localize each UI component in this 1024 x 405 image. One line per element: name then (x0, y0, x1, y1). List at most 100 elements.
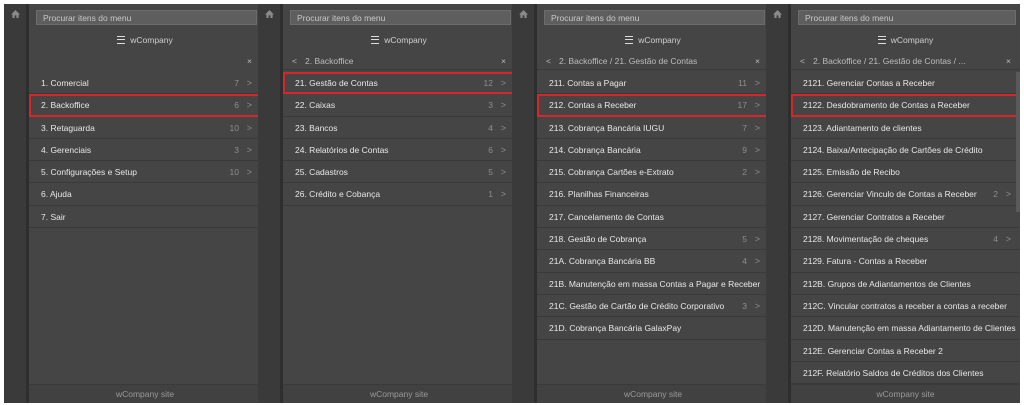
chevron-right-icon: > (500, 100, 506, 111)
menu-item[interactable]: 2126. Gerenciar Vinculo de Contas a Rece… (791, 183, 1020, 206)
menu-item[interactable]: 24. Relatórios de Contas 6 > (283, 139, 515, 162)
home-icon[interactable] (11, 10, 20, 18)
home-icon[interactable] (773, 10, 782, 18)
menu-item[interactable]: 2127. Gerenciar Contratos a Receber (791, 206, 1020, 229)
brand[interactable]: wCompany (283, 32, 515, 48)
menu-item[interactable]: 26. Crédito e Cobança 1 > (283, 183, 515, 206)
menu-item[interactable]: 212F. Relatório Saldos de Créditos dos C… (791, 362, 1020, 385)
menu-item[interactable]: 22. Caixas 3 > (283, 94, 515, 117)
menu-item[interactable]: 7. Sair (29, 206, 261, 229)
menu-item[interactable]: 21C. Gestão de Cartão de Crédito Corpora… (537, 295, 769, 318)
menu-item-selected[interactable]: 2122. Desdobramento de Contas a Receber (791, 94, 1020, 117)
side-strip (258, 4, 280, 403)
item-count: 7 (742, 122, 747, 133)
item-label: 218. Gestão de Cobrança (549, 234, 647, 245)
home-icon[interactable] (265, 10, 274, 18)
menu-item-selected[interactable]: 2. Backoffice 6 > (29, 94, 261, 117)
menu-item[interactable]: 4. Gerenciais 3 > (29, 139, 261, 162)
item-label: 2124. Baixa/Antecipação de Cartões de Cr… (803, 144, 983, 155)
chevron-left-icon[interactable]: < (546, 53, 551, 69)
item-label: 2122. Desdobramento de Contas a Receber (803, 100, 970, 111)
chevron-right-icon: > (754, 234, 760, 245)
item-label: 4. Gerenciais (41, 144, 92, 155)
menu-item[interactable]: 211. Contas a Pagar 11 > (537, 72, 769, 95)
menu-item[interactable]: 216. Planilhas Financeiras (537, 183, 769, 206)
breadcrumb[interactable]: 2. Backoffice / 21. Gestão de Contas / .… (813, 53, 996, 69)
menu-item[interactable]: 212C. Vincular contratos a receber a con… (791, 295, 1020, 318)
menu-item-selected[interactable]: 212. Contas a Receber 17 > (537, 94, 769, 117)
menu-item[interactable]: 6. Ajuda (29, 183, 261, 206)
item-label: 214. Cobrança Bancária (549, 144, 641, 155)
footer-link[interactable]: wCompany site (283, 384, 515, 403)
menu-item[interactable]: 25. Cadastros 5 > (283, 161, 515, 184)
menu-item[interactable]: 3. Retaguarda 10 > (29, 117, 261, 139)
menu-item[interactable]: 2125. Emissão de Recibo (791, 161, 1020, 184)
hamburger-icon (625, 35, 634, 44)
menu-item[interactable]: 212D. Manutenção em massa Adiantamento d… (791, 317, 1020, 340)
footer-link[interactable]: wCompany site (791, 384, 1020, 403)
hamburger-icon (371, 35, 380, 44)
breadcrumb[interactable]: 2. Backoffice (305, 53, 491, 69)
side-strip (4, 4, 26, 403)
search-input[interactable]: Procurar itens do menu (36, 10, 257, 25)
search-input[interactable]: Procurar itens do menu (544, 10, 765, 25)
chevron-left-icon[interactable]: < (800, 53, 805, 69)
menu-item[interactable]: 214. Cobrança Bancária 9 > (537, 139, 769, 162)
item-label: 26. Crédito e Cobança (295, 189, 381, 200)
item-label: 212D. Manutenção em massa Adiantamento d… (803, 323, 1016, 334)
item-label: 212B. Grupos de Adiantamentos de Cliente… (803, 278, 971, 289)
chevron-right-icon: > (246, 78, 252, 88)
menu-list: 21. Gestão de Contas 12 > 22. Caixas 3 > 23.… (283, 72, 515, 206)
item-label: 2123. Adiantamento de clientes (803, 122, 922, 133)
footer-link[interactable]: wCompany site (537, 384, 769, 403)
chevron-right-icon: > (754, 256, 760, 267)
item-count: 3 (488, 100, 493, 111)
search-input[interactable]: Procurar itens do menu (798, 10, 1016, 25)
brand[interactable]: wCompany (791, 32, 1020, 48)
menu-item[interactable]: 2121. Gerenciar Contas a Receber (791, 72, 1020, 95)
search-input[interactable]: Procurar itens do menu (290, 10, 511, 25)
menu-item[interactable]: 218. Gestão de Cobrança 5 > (537, 228, 769, 251)
item-count: 6 (234, 100, 239, 111)
chevron-right-icon: > (1005, 189, 1011, 200)
menu-item[interactable]: 217. Cancelamento de Contas (537, 206, 769, 229)
menu-item[interactable]: 2129. Fatura - Contas a Receber (791, 250, 1020, 273)
footer-link[interactable]: wCompany site (29, 384, 261, 403)
breadcrumb[interactable]: 2. Backoffice / 21. Gestão de Contas (559, 53, 745, 69)
close-icon[interactable]: × (1006, 53, 1011, 69)
item-count: 10 (229, 167, 239, 178)
chevron-left-icon[interactable]: < (292, 53, 297, 69)
chevron-right-icon: > (246, 144, 252, 155)
brand[interactable]: wCompany (537, 32, 769, 48)
item-label: 6. Ajuda (41, 189, 72, 200)
crumb-bar: × (29, 53, 261, 69)
crumb-bar: < 2. Backoffice / 21. Gestão de Contas /… (791, 53, 1020, 70)
menu-item[interactable]: 212B. Grupos de Adiantamentos de Cliente… (791, 273, 1020, 295)
menu-item[interactable]: 21A. Cobrança Bancária BB 4 > (537, 250, 769, 273)
menu-item[interactable]: 2128. Movimentação de cheques 4 > (791, 228, 1020, 251)
menu-item[interactable]: 21B. Manutenção em massa Contas a Pagar … (537, 273, 769, 295)
close-icon[interactable]: × (755, 53, 760, 69)
home-icon[interactable] (519, 10, 528, 18)
item-label: 21D. Cobrança Bancária GalaxPay (549, 323, 682, 334)
item-count: 12 (483, 78, 493, 88)
item-count: 10 (229, 122, 239, 133)
menu-item[interactable]: 1. Comercial 7 > (29, 72, 261, 95)
close-icon[interactable]: × (247, 53, 252, 69)
menu-item[interactable]: 21D. Cobrança Bancária GalaxPay (537, 317, 769, 340)
menu-item[interactable]: 2124. Baixa/Antecipação de Cartões de Cr… (791, 139, 1020, 162)
item-count: 9 (742, 144, 747, 155)
menu-item[interactable]: 215. Cobrança Cartões e-Extrato 2 > (537, 161, 769, 184)
brand[interactable]: wCompany (29, 32, 261, 48)
menu-item[interactable]: 212E. Gerenciar Contas a Receber 2 (791, 340, 1020, 362)
item-label: 212E. Gerenciar Contas a Receber 2 (803, 345, 943, 356)
menu-item[interactable]: 2123. Adiantamento de clientes (791, 117, 1020, 139)
menu-item[interactable]: 213. Cobrança Bancária IUGU 7 > (537, 117, 769, 139)
scrollbar[interactable] (1016, 72, 1020, 212)
brand-label: wCompany (384, 35, 427, 45)
menu-item[interactable]: 23. Bancos 4 > (283, 117, 515, 139)
close-icon[interactable]: × (501, 53, 506, 69)
menu-item-selected[interactable]: 21. Gestão de Contas 12 > (283, 72, 515, 95)
menu-main: Procurar itens do menu wCompany < 2. Bac… (283, 4, 515, 403)
menu-item[interactable]: 5. Configurações e Setup 10 > (29, 161, 261, 184)
